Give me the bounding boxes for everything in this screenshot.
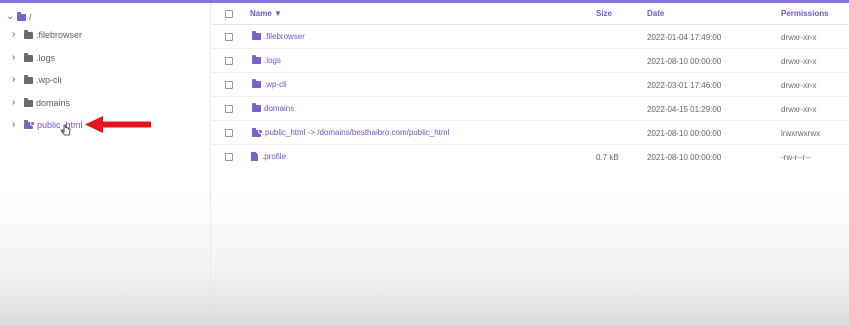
file-list-panel: Name ▼ Size Date Permissions .filebrowse… bbox=[212, 3, 849, 325]
chevron-right-icon[interactable]: › bbox=[12, 98, 22, 108]
table-row[interactable]: public_html -> /domains/besthaibro.com/p… bbox=[212, 121, 849, 145]
name-cell[interactable]: .wp-cli bbox=[250, 79, 287, 89]
tree-item-label: public_html bbox=[37, 120, 83, 130]
date-cell: 2022-01-04 17:49:00 bbox=[647, 33, 722, 42]
folder-link-icon bbox=[24, 120, 35, 129]
permissions-cell: -rw-r--r-- bbox=[781, 153, 811, 162]
table-row[interactable]: domains 2022-04-15 01:29:00 drwxr-xr-x bbox=[212, 97, 849, 121]
name-cell[interactable]: .logs bbox=[250, 55, 281, 65]
folder-icon bbox=[252, 103, 261, 112]
chevron-down-icon[interactable]: ⌄ bbox=[6, 12, 16, 22]
column-header-date[interactable]: Date bbox=[647, 9, 664, 18]
tree-item-logs[interactable]: › .logs bbox=[12, 50, 55, 66]
chevron-right-icon[interactable]: › bbox=[12, 30, 22, 40]
folder-open-icon bbox=[17, 11, 26, 21]
tree-root[interactable]: ⌄ / bbox=[6, 10, 32, 24]
permissions-cell: lrwxrwxrwx bbox=[781, 129, 821, 138]
name-cell[interactable]: .profile bbox=[250, 152, 286, 161]
folder-icon bbox=[252, 55, 261, 64]
chevron-right-icon[interactable]: › bbox=[12, 53, 22, 63]
name-cell[interactable]: .filebrowser bbox=[250, 31, 305, 41]
folder-icon bbox=[24, 97, 33, 107]
cursor-icon bbox=[61, 124, 71, 136]
chevron-right-icon[interactable]: › bbox=[12, 120, 22, 130]
table-row[interactable]: .wp-cli 2022-03-01 17:46:00 drwxr-xr-x bbox=[212, 73, 849, 97]
tree-item-label: .logs bbox=[36, 53, 56, 63]
tree-item-public-html[interactable]: › public_html bbox=[12, 117, 83, 133]
folder-icon bbox=[252, 79, 261, 88]
date-cell: 2021-08-10 00:00:00 bbox=[647, 57, 722, 66]
folder-icon bbox=[24, 29, 33, 39]
date-cell: 2021-08-10 00:00:00 bbox=[647, 129, 722, 138]
table-row[interactable]: .logs 2021-08-10 00:00:00 drwxr-xr-x bbox=[212, 49, 849, 73]
file-name: domains bbox=[264, 104, 295, 113]
table-row[interactable]: .profile 0.7 kB 2021-08-10 00:00:00 -rw-… bbox=[212, 145, 849, 169]
tree-item-label: domains bbox=[36, 98, 71, 108]
folder-icon bbox=[24, 52, 33, 62]
chevron-right-icon[interactable]: › bbox=[12, 75, 22, 85]
file-name: .filebrowser bbox=[264, 32, 305, 41]
folder-icon bbox=[24, 74, 33, 84]
folder-tree-sidebar: ⌄ / › .filebrowser › .logs › .wp-cli › d… bbox=[0, 3, 211, 325]
tree-item-label: .wp-cli bbox=[36, 75, 62, 85]
date-cell: 2022-03-01 17:46:00 bbox=[647, 81, 722, 90]
file-name: public_html -> /domains/besthaibro.com/p… bbox=[265, 128, 450, 137]
red-arrow-annotation bbox=[85, 116, 151, 133]
row-checkbox[interactable] bbox=[225, 153, 233, 161]
column-header-name[interactable]: Name ▼ bbox=[250, 9, 282, 18]
size-cell: 0.7 kB bbox=[596, 153, 619, 162]
row-checkbox[interactable] bbox=[225, 129, 233, 137]
name-cell[interactable]: domains bbox=[250, 103, 295, 113]
name-cell[interactable]: public_html -> /domains/besthaibro.com/p… bbox=[250, 127, 450, 137]
table-row[interactable]: .filebrowser 2022-01-04 17:49:00 drwxr-x… bbox=[212, 25, 849, 49]
permissions-cell: drwxr-xr-x bbox=[781, 33, 817, 42]
select-all-checkbox[interactable] bbox=[225, 10, 233, 18]
row-checkbox[interactable] bbox=[225, 105, 233, 113]
folder-icon bbox=[252, 31, 261, 40]
file-name: .profile bbox=[262, 152, 287, 161]
permissions-cell: drwxr-xr-x bbox=[781, 105, 817, 114]
table-header: Name ▼ Size Date Permissions bbox=[212, 3, 849, 25]
date-cell: 2022-04-15 01:29:00 bbox=[647, 105, 722, 114]
tree-item-wp-cli[interactable]: › .wp-cli bbox=[12, 72, 62, 88]
date-cell: 2021-08-10 00:00:00 bbox=[647, 153, 722, 162]
file-name: .logs bbox=[264, 56, 281, 65]
file-name: .wp-cli bbox=[264, 80, 287, 89]
tree-item-domains[interactable]: › domains bbox=[12, 95, 70, 111]
column-header-permissions[interactable]: Permissions bbox=[781, 9, 829, 18]
tree-root-label: / bbox=[29, 12, 32, 22]
permissions-cell: drwxr-xr-x bbox=[781, 81, 817, 90]
folder-link-icon bbox=[252, 127, 263, 137]
permissions-cell: drwxr-xr-x bbox=[781, 57, 817, 66]
tree-item-label: .filebrowser bbox=[36, 30, 83, 40]
tree-item-filebrowser[interactable]: › .filebrowser bbox=[12, 27, 82, 43]
file-icon bbox=[251, 152, 258, 161]
row-checkbox[interactable] bbox=[225, 33, 233, 41]
row-checkbox[interactable] bbox=[225, 57, 233, 65]
column-header-size[interactable]: Size bbox=[596, 9, 612, 18]
row-checkbox[interactable] bbox=[225, 81, 233, 89]
